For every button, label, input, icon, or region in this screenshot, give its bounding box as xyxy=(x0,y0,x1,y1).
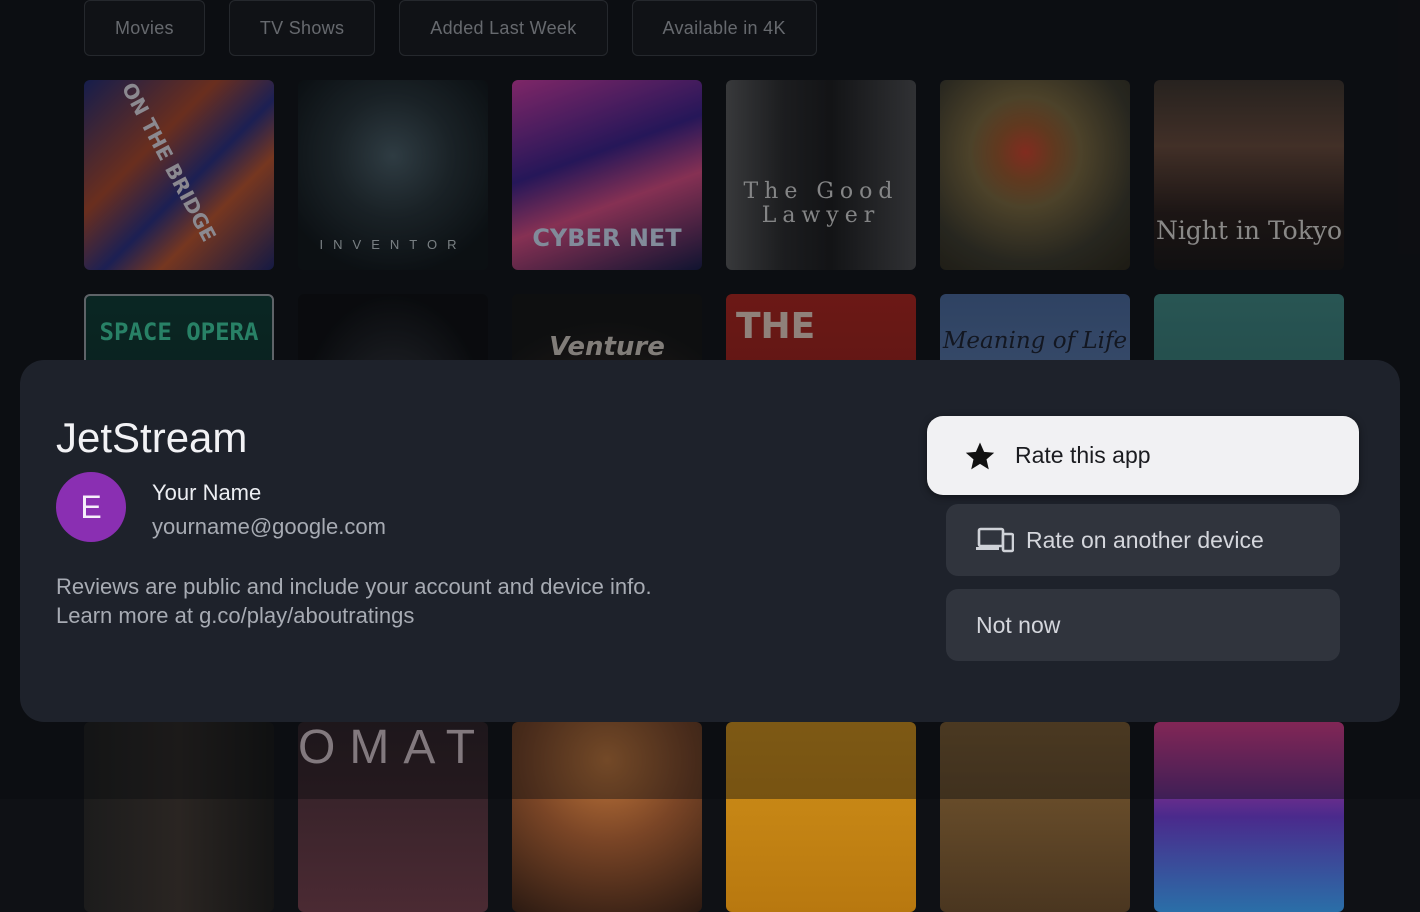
poster-row-3: OMAT xyxy=(84,722,1344,912)
poster-title: SPACE OPERA xyxy=(99,318,259,346)
poster-silhouette[interactable] xyxy=(512,722,702,912)
rate-this-app-label: Rate this app xyxy=(1015,442,1151,468)
poster-cyber-net[interactable]: CYBER NET xyxy=(512,80,702,270)
not-now-button[interactable]: Not now xyxy=(946,589,1340,661)
user-name: Your Name xyxy=(152,480,262,505)
avatar: E xyxy=(56,472,126,542)
poster-neon-city[interactable] xyxy=(1154,722,1344,912)
not-now-label: Not now xyxy=(976,611,1061,638)
poster-title: The Good Lawyer xyxy=(743,179,899,228)
poster-dark-room[interactable] xyxy=(84,722,274,912)
rate-on-another-device-label: Rate on another device xyxy=(1026,526,1264,553)
chip-tv-shows[interactable]: TV Shows xyxy=(228,0,376,56)
poster-the-good-lawyer[interactable]: The Good Lawyer xyxy=(726,80,916,270)
poster-title: OMAT xyxy=(298,722,488,774)
poster-title: Night in Tokyo xyxy=(1155,216,1343,245)
poster-omat[interactable]: OMAT xyxy=(298,722,488,912)
poster-sunset-painting[interactable] xyxy=(940,80,1130,270)
poster-night-in-tokyo[interactable]: Night in Tokyo xyxy=(1154,80,1344,270)
filter-chips: Movies TV Shows Added Last Week Availabl… xyxy=(84,0,817,56)
poster-row-1: ON THE BRIDGE INVENTOR CYBER NET The Goo… xyxy=(84,80,1344,270)
rate-this-app-button[interactable]: Rate this app xyxy=(927,416,1359,495)
poster-title: ON THE BRIDGE xyxy=(116,80,222,246)
poster-portrait[interactable] xyxy=(940,722,1130,912)
chip-available-in-4k[interactable]: Available in 4K xyxy=(631,0,817,56)
user-email: yourname@google.com xyxy=(152,514,386,539)
review-notice: Reviews are public and include your acco… xyxy=(56,574,652,628)
poster-title: Venture xyxy=(549,332,665,362)
devices-icon xyxy=(976,527,1014,553)
poster-inventor[interactable]: INVENTOR xyxy=(298,80,488,270)
star-icon xyxy=(965,442,995,469)
chip-movies[interactable]: Movies xyxy=(84,0,205,56)
app-title: JetStream xyxy=(56,414,248,461)
chip-added-last-week[interactable]: Added Last Week xyxy=(399,0,608,56)
poster-title: THE xyxy=(736,306,816,347)
poster-title: Meaning of Life xyxy=(942,328,1128,354)
rate-app-dialog: JetStream E Your Name yourname@google.co… xyxy=(20,360,1400,722)
rate-on-another-device-button[interactable]: Rate on another device xyxy=(946,504,1340,576)
poster-on-the-bridge[interactable]: ON THE BRIDGE xyxy=(84,80,274,270)
poster-title: CYBER NET xyxy=(532,224,682,252)
poster-title: INVENTOR xyxy=(319,237,467,252)
poster-monkey[interactable] xyxy=(726,722,916,912)
